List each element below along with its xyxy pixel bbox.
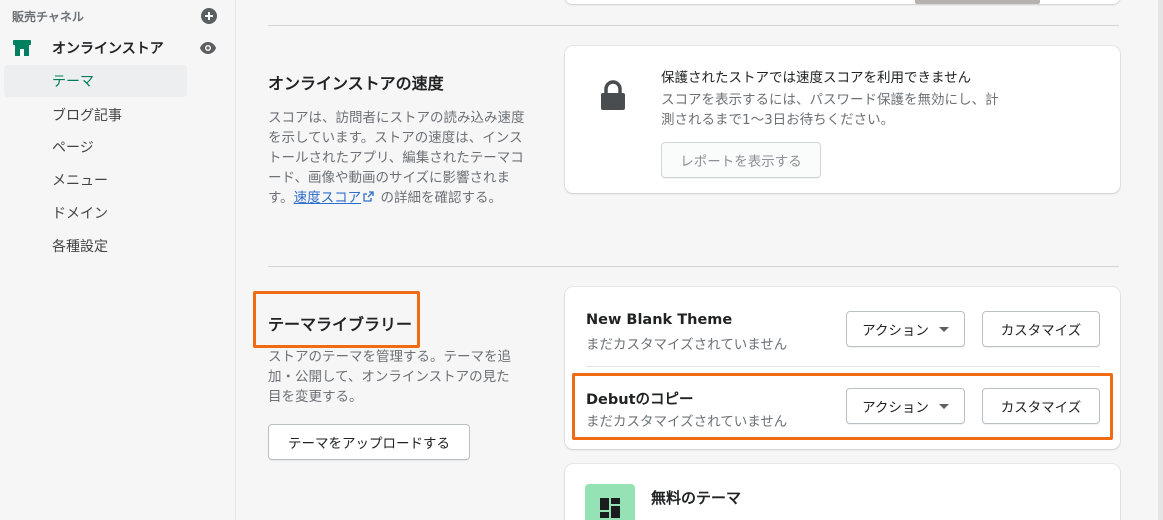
- speed-section-desc: スコアは、訪問者にストアの読み込み速度を示しています。ストアの速度は、インストー…: [268, 108, 526, 208]
- free-themes-card: 無料のテーマ: [565, 464, 1120, 520]
- theme-divider: [586, 366, 1100, 367]
- scrollbar-track[interactable]: [1158, 0, 1163, 520]
- sidebar-item-pages[interactable]: ページ: [4, 131, 187, 163]
- library-desc-line-3: 目を変更する。: [268, 389, 363, 405]
- sidebar-item-preferences[interactable]: 各種設定: [4, 230, 187, 262]
- add-channel-icon[interactable]: [201, 8, 217, 24]
- online-store-label: オンラインストア: [52, 41, 164, 57]
- view-report-button[interactable]: レポートを表示する: [661, 142, 821, 178]
- store-icon: [13, 40, 31, 56]
- sidebar-item-domains[interactable]: ドメイン: [4, 197, 187, 229]
- current-theme-card: [565, 0, 1120, 4]
- speed-section-title: オンラインストアの速度: [268, 74, 444, 93]
- external-link-icon[interactable]: [363, 191, 374, 202]
- library-section-desc: ストアのテーマを管理する。テーマを追 加・公開して、オンラインストアの見た 目を…: [268, 347, 528, 407]
- sales-channels-header: 販売チャネル: [12, 7, 217, 25]
- speed-card-heading: 保護されたストアでは速度スコアを利用できません: [661, 70, 972, 86]
- caret-down-icon: [938, 326, 949, 332]
- sales-channels-label: 販売チャネル: [12, 9, 84, 24]
- free-themes-icon-wrap: [585, 484, 635, 520]
- speed-card-body-1: スコアを表示するには、パスワード保護を無効にし、計: [661, 92, 999, 108]
- library-desc-line-2: 加・公開して、オンラインストアの見た: [268, 369, 510, 385]
- theme-name: New Blank Theme: [586, 312, 733, 328]
- library-section-title: テーマライブラリー: [268, 315, 413, 334]
- debut-copy-highlight: [572, 373, 1113, 440]
- sidebar-item-navigation[interactable]: メニュー: [4, 164, 187, 196]
- eye-icon[interactable]: [199, 41, 217, 55]
- speed-card: 保護されたストアでは速度スコアを利用できません スコアを表示するには、パスワード…: [565, 46, 1120, 193]
- speed-score-link[interactable]: 速度スコア: [294, 190, 362, 206]
- speed-card-body-2: 測されるまで1〜3日お待ちください。: [661, 112, 895, 128]
- free-themes-title: 無料のテーマ: [651, 489, 742, 507]
- layout-icon: [600, 498, 620, 518]
- upload-theme-button[interactable]: テーマをアップロードする: [268, 424, 470, 460]
- library-desc-line-1: ストアのテーマを管理する。テーマを追: [268, 349, 511, 365]
- sidebar-item-themes[interactable]: テーマ: [4, 65, 187, 97]
- sidebar-item-online-store[interactable]: オンラインストア: [12, 36, 217, 60]
- actions-label: アクション: [862, 323, 929, 339]
- divider-top: [268, 25, 1119, 26]
- theme-actions-button[interactable]: アクション: [846, 311, 965, 347]
- theme-preview-image: [915, 0, 1040, 4]
- speed-desc-suffix: の詳細を確認する。: [376, 190, 502, 206]
- divider-middle: [268, 266, 1119, 267]
- customize-button[interactable]: カスタマイズ: [982, 311, 1100, 347]
- theme-status: まだカスタマイズされていません: [586, 337, 788, 353]
- sidebar: 販売チャネル オンラインストア テーマ ブログ記事 ページ メニュー ドメイン …: [0, 0, 236, 520]
- sidebar-item-blog-posts[interactable]: ブログ記事: [4, 99, 187, 131]
- lock-icon: [601, 80, 625, 110]
